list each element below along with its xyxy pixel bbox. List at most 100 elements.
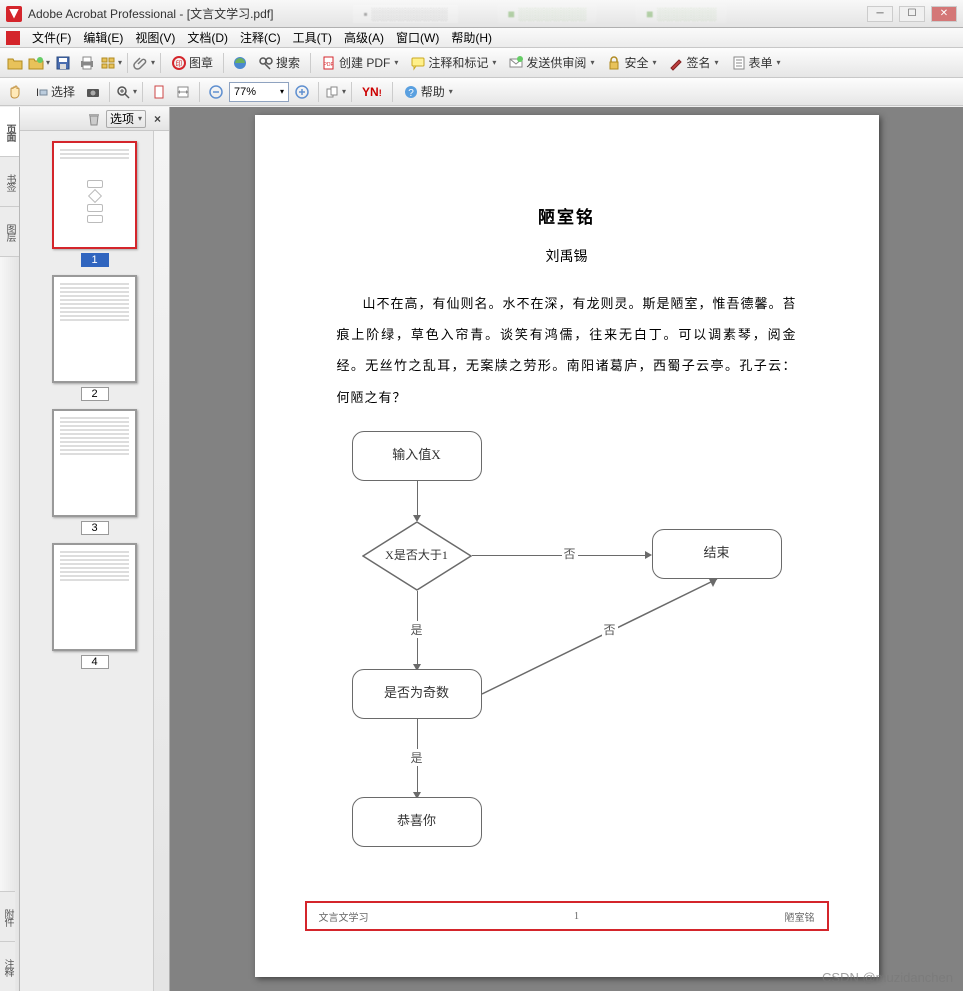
menu-document[interactable]: 文档(D)	[181, 29, 234, 46]
svg-text:PDF: PDF	[324, 62, 334, 68]
sign-button[interactable]: 签名▾	[663, 52, 723, 74]
bg-tab: ■ ░░░░░░░░	[498, 5, 597, 23]
menu-help[interactable]: 帮助(H)	[445, 29, 498, 46]
thumbnail-4[interactable]: 4	[52, 543, 137, 669]
maximize-button[interactable]: ☐	[899, 6, 925, 22]
window-controls: ─ ☐ ✕	[867, 6, 957, 22]
forms-button[interactable]: 表单▾	[726, 52, 786, 74]
yahoo-button[interactable]: YN!	[357, 81, 387, 103]
flowchart: 输入值X X是否大于1 否 结束 是 是否	[337, 431, 797, 871]
hand-tool-button[interactable]	[4, 81, 26, 103]
new-button[interactable]: ▾	[28, 52, 50, 74]
thumbnails-header: 选项▾ ×	[20, 107, 169, 131]
flow-connector	[417, 481, 419, 517]
menu-view[interactable]: 视图(V)	[129, 29, 181, 46]
fit-width-button[interactable]	[172, 81, 194, 103]
thumbnail-3[interactable]: 3	[52, 409, 137, 535]
thumbnails-list[interactable]: 1 2 3 4	[20, 131, 169, 991]
zoom-in-button[interactable]	[291, 81, 313, 103]
sign-label: 签名	[686, 54, 710, 71]
ribbon-bookmarks[interactable]: 书签	[0, 157, 19, 207]
watermark: CSDN @muzidanchen	[822, 970, 953, 985]
menu-tools[interactable]: 工具(T)	[287, 29, 338, 46]
thumbnail-2[interactable]: 2	[52, 275, 137, 401]
doc-body: 山不在高，有仙则名。水不在深，有龙则灵。斯是陋室，惟吾德馨。苔痕上阶绿，草色入帘…	[337, 288, 797, 413]
footer-right: 陋室铭	[785, 909, 815, 924]
email-button[interactable]	[229, 52, 251, 74]
bg-tab: ▪ ░░░░░░░░░	[353, 5, 457, 23]
flow-node-congrats: 恭喜你	[352, 797, 482, 847]
thumbnail-number: 3	[81, 521, 109, 535]
snapshot-tool-button[interactable]	[82, 81, 104, 103]
menu-edit[interactable]: 编辑(E)	[77, 29, 129, 46]
doc-title: 陋室铭	[337, 203, 797, 228]
yahoo-label: YN!	[362, 85, 382, 99]
secure-label: 安全	[624, 54, 648, 71]
options-button[interactable]: 选项▾	[106, 110, 146, 128]
search-button[interactable]: 搜索	[253, 52, 305, 74]
close-panel-button[interactable]: ×	[150, 112, 165, 126]
menu-bar: 文件(F) 编辑(E) 视图(V) 文档(D) 注释(C) 工具(T) 高级(A…	[0, 28, 963, 48]
app-icon	[6, 6, 22, 22]
stamp-button[interactable]: 印图章	[166, 52, 218, 74]
background-tabs: ▪ ░░░░░░░░░ ■ ░░░░░░░░ ■ ░░░░░░░	[353, 5, 726, 23]
flow-node-decision-gt1: X是否大于1	[362, 521, 472, 591]
footer-page-number: 1	[369, 911, 785, 922]
comment-markup-label: 注释和标记	[428, 54, 488, 71]
page-footer: 文言文学习 1 陋室铭	[305, 901, 829, 931]
search-label: 搜索	[276, 54, 300, 71]
menu-window[interactable]: 窗口(W)	[390, 29, 445, 46]
document-area[interactable]: 陋室铭 刘禹锡 山不在高，有仙则名。水不在深，有龙则灵。斯是陋室，惟吾德馨。苔痕…	[170, 107, 963, 991]
window-title: Adobe Acrobat Professional - [文言文学习.pdf]	[28, 5, 273, 22]
edge-label-no: 否	[562, 545, 578, 562]
rotate-button[interactable]: ▾	[324, 81, 346, 103]
flow-node-input: 输入值X	[352, 431, 482, 481]
footer-left: 文言文学习	[319, 909, 369, 924]
menu-advanced[interactable]: 高级(A)	[338, 29, 390, 46]
send-review-button[interactable]: 发送供审阅▾	[503, 52, 599, 74]
organizer-button[interactable]: ▾	[100, 52, 122, 74]
forms-label: 表单	[749, 54, 773, 71]
zoom-level-input[interactable]: 77%▾	[229, 82, 289, 102]
attach-button[interactable]: ▾	[133, 52, 155, 74]
scrollbar-thumb[interactable]	[156, 133, 167, 193]
thumbnails-panel: 选项▾ × 1 2 3 4	[20, 107, 170, 991]
ribbon-comments[interactable]: 注释	[0, 941, 15, 991]
ribbon-pages[interactable]: 页面	[0, 107, 19, 157]
flow-connector	[472, 555, 647, 557]
minimize-button[interactable]: ─	[867, 6, 893, 22]
flow-node-odd: 是否为奇数	[352, 669, 482, 719]
zoom-out-button[interactable]	[205, 81, 227, 103]
navigation-ribbon: 页面 书签 图层 附件 注释	[0, 107, 20, 991]
zoom-in-tool-button[interactable]: ▾	[115, 81, 137, 103]
arrow-icon	[645, 551, 652, 559]
help-button[interactable]: ?帮助▾	[398, 81, 458, 103]
create-pdf-button[interactable]: PDF创建 PDF▾	[316, 52, 403, 74]
stamp-label: 图章	[189, 54, 213, 71]
thumbnail-1[interactable]: 1	[52, 141, 137, 267]
edge-label-yes: 是	[409, 749, 425, 766]
save-button[interactable]	[52, 52, 74, 74]
ribbon-layers[interactable]: 图层	[0, 207, 19, 257]
fit-page-button[interactable]	[148, 81, 170, 103]
print-button[interactable]	[76, 52, 98, 74]
thumbnail-number: 2	[81, 387, 109, 401]
toolbar-secondary: I选择 ▾ 77%▾ ▾ YN! ?帮助▾	[0, 78, 963, 106]
close-button[interactable]: ✕	[931, 6, 957, 22]
zoom-value: 77%	[234, 86, 256, 98]
open-button[interactable]	[4, 52, 26, 74]
page-1: 陋室铭 刘禹锡 山不在高，有仙则名。水不在深，有龙则灵。斯是陋室，惟吾德馨。苔痕…	[255, 115, 879, 977]
edge-label-yes: 是	[409, 621, 425, 638]
secure-button[interactable]: 安全▾	[601, 52, 661, 74]
doc-author: 刘禹锡	[337, 246, 797, 266]
flow-connector-diagonal	[482, 579, 717, 694]
menu-comment[interactable]: 注释(C)	[234, 29, 287, 46]
edge-label-no: 否	[602, 621, 618, 638]
select-tool-button[interactable]: I选择	[28, 81, 80, 103]
toolbar-main: ▾ ▾ ▾ 印图章 搜索 PDF创建 PDF▾ 注释和标记▾ 发送供审阅▾ 安全…	[0, 48, 963, 78]
acrobat-icon	[6, 31, 20, 45]
menu-file[interactable]: 文件(F)	[26, 29, 77, 46]
trash-icon[interactable]	[86, 111, 102, 127]
ribbon-attachments[interactable]: 附件	[0, 891, 15, 941]
comment-markup-button[interactable]: 注释和标记▾	[405, 52, 501, 74]
